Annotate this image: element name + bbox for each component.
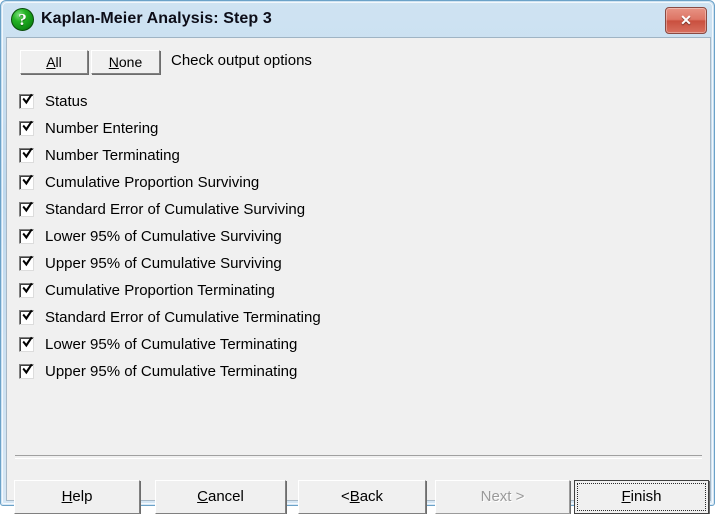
window-title: Kaplan-Meier Analysis: Step 3	[41, 10, 272, 27]
help-button[interactable]: Help	[14, 480, 140, 514]
checkmark-icon	[22, 282, 33, 297]
next-button-mnemonic: N	[480, 488, 492, 505]
close-button[interactable]: ✕	[665, 7, 707, 34]
option-label: Standard Error of Cumulative Surviving	[45, 201, 306, 218]
checkmark-icon	[22, 336, 33, 351]
finish-button-mnemonic: F	[621, 488, 631, 505]
back-button[interactable]: < Back	[298, 480, 426, 514]
option-row[interactable]: Standard Error of Cumulative Terminating	[7, 306, 710, 333]
checkbox-5[interactable]	[19, 228, 34, 244]
checkbox-8[interactable]	[19, 309, 34, 325]
checkmark-icon	[22, 309, 33, 324]
instruction-label: Check output options	[171, 52, 312, 69]
cancel-button[interactable]: Cancel	[155, 480, 286, 514]
next-button-label: ext >	[491, 488, 525, 505]
finish-button-label: inish	[630, 488, 662, 505]
checkbox-10[interactable]	[19, 363, 34, 379]
option-row[interactable]: Number Terminating	[7, 144, 710, 171]
finish-button[interactable]: Finish	[574, 480, 709, 514]
option-row[interactable]: Standard Error of Cumulative Surviving	[7, 198, 710, 225]
back-button-label: ack	[359, 488, 384, 505]
none-button-label: one	[118, 54, 143, 70]
all-button-label: ll	[55, 54, 62, 70]
option-row[interactable]: Cumulative Proportion Surviving	[7, 171, 710, 198]
checkmark-icon	[22, 93, 33, 108]
option-row[interactable]: Lower 95% of Cumulative Surviving	[7, 225, 710, 252]
option-label: Upper 95% of Cumulative Terminating	[45, 363, 298, 380]
option-row[interactable]: Status	[7, 90, 710, 117]
dialog-client-area: All None Check output options Status Numb…	[6, 37, 711, 514]
option-row[interactable]: Cumulative Proportion Terminating	[7, 279, 710, 306]
help-button-mnemonic: H	[61, 488, 73, 505]
checkbox-0[interactable]	[19, 93, 34, 109]
all-button-mnemonic: A	[46, 54, 56, 70]
option-label: Number Terminating	[45, 147, 180, 164]
option-row[interactable]: Upper 95% of Cumulative Surviving	[7, 252, 710, 279]
back-button-arrow: <	[340, 488, 350, 505]
option-label: Upper 95% of Cumulative Surviving	[45, 255, 282, 272]
output-options-list: Status Number Entering Number Terminating C…	[7, 90, 710, 387]
option-label: Lower 95% of Cumulative Terminating	[45, 336, 298, 353]
finish-button-focus-ring: Finish	[577, 483, 706, 511]
title-bar[interactable]: ? Kaplan-Meier Analysis: Step 3 ✕	[1, 1, 715, 37]
option-row[interactable]: Number Entering	[7, 117, 710, 144]
option-label: Standard Error of Cumulative Terminating	[45, 309, 321, 326]
option-label: Cumulative Proportion Terminating	[45, 282, 275, 299]
help-button-label: elp	[72, 488, 93, 505]
checkbox-4[interactable]	[19, 201, 34, 217]
select-none-button[interactable]: None	[91, 50, 160, 74]
dialog-window: ? Kaplan-Meier Analysis: Step 3 ✕ All No…	[0, 0, 715, 514]
option-row[interactable]: Upper 95% of Cumulative Terminating	[7, 360, 710, 387]
checkmark-icon	[22, 174, 33, 189]
none-button-mnemonic: N	[108, 54, 119, 70]
select-toolbar: All None Check output options	[7, 38, 710, 84]
option-label: Status	[45, 93, 88, 110]
close-icon: ✕	[680, 12, 692, 28]
checkmark-icon	[22, 147, 33, 162]
option-row[interactable]: Lower 95% of Cumulative Terminating	[7, 333, 710, 360]
green-question-sphere-icon: ?	[11, 8, 34, 31]
option-label: Number Entering	[45, 120, 159, 137]
checkmark-icon	[22, 201, 33, 216]
question-mark-glyph: ?	[18, 10, 27, 29]
checkbox-1[interactable]	[19, 120, 34, 136]
checkbox-2[interactable]	[19, 147, 34, 163]
dialog-footer: Help Cancel < Back Next > Finish	[7, 458, 710, 514]
checkmark-icon	[22, 363, 33, 378]
cancel-button-label: ancel	[207, 488, 244, 505]
next-button: Next >	[435, 480, 570, 514]
back-button-mnemonic: B	[349, 488, 360, 505]
checkmark-icon	[22, 120, 33, 135]
checkmark-icon	[22, 228, 33, 243]
checkmark-icon	[22, 255, 33, 270]
checkbox-6[interactable]	[19, 255, 34, 271]
checkbox-3[interactable]	[19, 174, 34, 190]
checkbox-9[interactable]	[19, 336, 34, 352]
select-all-button[interactable]: All	[20, 50, 88, 74]
option-label: Cumulative Proportion Surviving	[45, 174, 260, 191]
cancel-button-mnemonic: C	[197, 488, 208, 505]
checkbox-7[interactable]	[19, 282, 34, 298]
option-label: Lower 95% of Cumulative Surviving	[45, 228, 282, 245]
